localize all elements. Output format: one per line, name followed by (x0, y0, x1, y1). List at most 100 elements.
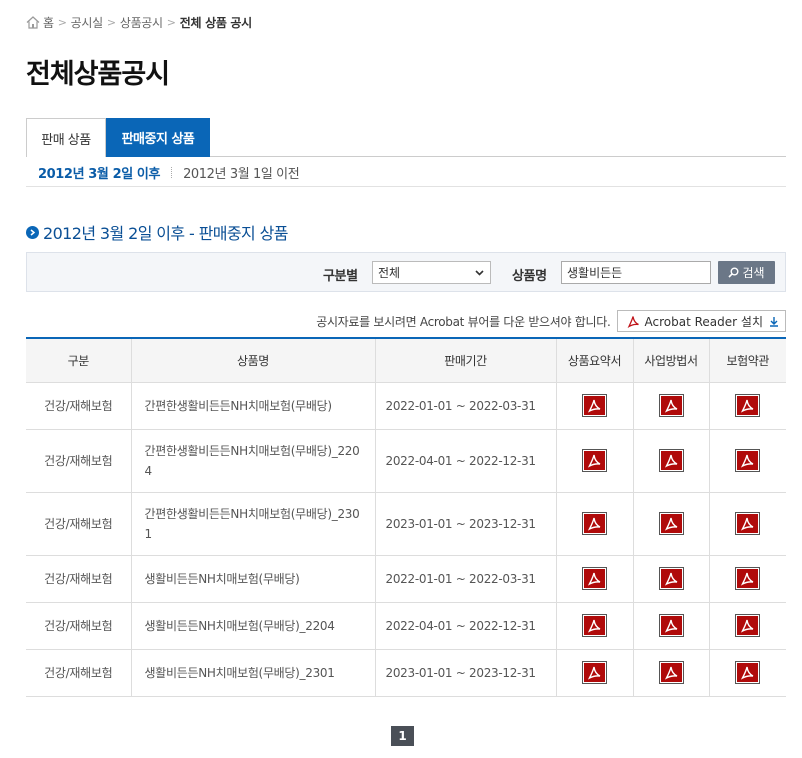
row-terms-cell (708, 602, 786, 650)
product-name-label: 상품명 (512, 269, 547, 284)
breadcrumb-product-disclosure[interactable]: 상품공시 (120, 14, 163, 31)
table-row: 건강/재해보험 생활비든든NH치매보험(무배당) 2022-01-01 ~ 2022… (26, 555, 786, 603)
pdf-icon-graphic (584, 396, 605, 415)
tab-discontinued[interactable]: 판매중지 상품 (106, 118, 210, 157)
table-row: 건강/재해보험 간편한생활비든든NH치매보험(무배당)_2301 2023-01-0… (26, 492, 786, 556)
pdf-icon-graphic (660, 451, 682, 470)
pdf-icon[interactable] (735, 567, 761, 590)
row-category: 건강/재해보험 (26, 382, 131, 430)
row-sales-period: 2023-01-01 ~ 2023-12-31 (374, 649, 556, 697)
pdf-icon[interactable] (658, 567, 684, 590)
category-label: 구분별 (323, 269, 358, 284)
bullet-arrow-icon (26, 225, 39, 239)
tab-on-sale[interactable]: 판매 상품 (26, 118, 106, 157)
chevron-down-icon (475, 270, 484, 276)
pdf-icon[interactable] (658, 449, 684, 472)
row-product-name: 생활비든든NH치매보험(무배당)_2204 (130, 602, 375, 650)
pdf-icon[interactable] (658, 661, 684, 684)
pdf-icon-graphic (660, 663, 682, 682)
row-business-method-cell (632, 602, 709, 650)
pdf-icon[interactable] (582, 394, 607, 417)
pdf-icon-graphic (737, 663, 759, 682)
acrobat-note: 공시자료를 보시려면 Acrobat 뷰어를 다운 받으셔야 합니다. (316, 314, 611, 329)
pdf-icon-graphic (737, 569, 759, 588)
pdf-icon-graphic (660, 616, 682, 635)
row-summary-cell (555, 382, 633, 430)
product-table: 구분 상품명 판매기간 상품요약서 사업방법서 보험약관 건강/재해보험 간편한생… (26, 337, 786, 697)
row-summary-cell (555, 649, 633, 697)
pdf-icon[interactable] (735, 614, 761, 637)
table-row: 건강/재해보험 생활비든든NH치매보험(무배당)_2301 2023-01-01 ~… (26, 649, 786, 697)
breadcrumb: 홈 > 공시실 > 상품공시 > 전체 상품 공시 (26, 14, 252, 31)
row-sales-period: 2022-04-01 ~ 2022-12-31 (374, 602, 556, 650)
row-product-name: 간편한생활비든든NH치매보험(무배당)_2204 (130, 429, 375, 493)
section-title-text: 2012년 3월 2일 이후 - 판매중지 상품 (43, 224, 288, 243)
row-terms-cell (708, 429, 786, 493)
subtab-divider (171, 167, 173, 178)
breadcrumb-disclosure[interactable]: 공시실 (71, 14, 104, 31)
pdf-icon[interactable] (582, 614, 607, 637)
product-name-input[interactable]: 생활비든든 (561, 261, 711, 284)
pdf-icon-graphic (584, 514, 605, 533)
home-icon[interactable] (26, 16, 40, 29)
row-summary-cell (555, 492, 633, 556)
col-business-method: 사업방법서 (632, 338, 709, 383)
category-select-value: 전체 (378, 266, 401, 280)
pdf-icon-graphic (584, 616, 605, 635)
col-product-name: 상품명 (130, 338, 375, 383)
row-product-name: 간편한생활비든든NH치매보험(무배당)_2301 (130, 492, 375, 556)
row-sales-period: 2022-04-01 ~ 2022-12-31 (374, 429, 556, 493)
download-icon (770, 316, 778, 327)
row-business-method-cell (632, 429, 709, 493)
pdf-icon-graphic (584, 451, 605, 470)
pdf-icon[interactable] (658, 512, 684, 535)
pdf-icon[interactable] (582, 449, 607, 472)
row-terms-cell (708, 382, 786, 430)
acrobat-icon (627, 315, 639, 328)
pdf-icon[interactable] (735, 449, 761, 472)
row-category: 건강/재해보험 (26, 602, 131, 650)
row-summary-cell (555, 602, 633, 650)
row-terms-cell (708, 555, 786, 603)
pdf-icon[interactable] (658, 394, 684, 417)
table-row: 건강/재해보험 생활비든든NH치매보험(무배당)_2204 2022-04-01 ~… (26, 602, 786, 650)
pdf-icon-graphic (660, 514, 682, 533)
row-category: 건강/재해보험 (26, 555, 131, 603)
tab-bar: 판매 상품 판매중지 상품 (26, 118, 786, 157)
pdf-icon-graphic (737, 616, 759, 635)
row-summary-cell (555, 555, 633, 603)
row-category: 건강/재해보험 (26, 429, 131, 493)
row-sales-period: 2023-01-01 ~ 2023-12-31 (374, 492, 556, 556)
pdf-icon[interactable] (735, 394, 761, 417)
breadcrumb-current: 전체 상품 공시 (179, 16, 253, 30)
acrobat-notice: 공시자료를 보시려면 Acrobat 뷰어를 다운 받으셔야 합니다. Acro… (26, 310, 786, 332)
pdf-icon[interactable] (582, 512, 607, 535)
pdf-icon[interactable] (658, 614, 684, 637)
acrobat-button-label: Acrobat Reader 설치 (644, 314, 763, 329)
subtab-divider-line (26, 186, 786, 187)
pdf-icon[interactable] (582, 567, 607, 590)
row-terms-cell (708, 649, 786, 697)
pdf-icon[interactable] (582, 661, 607, 684)
pdf-icon[interactable] (735, 512, 761, 535)
col-summary: 상품요약서 (555, 338, 633, 383)
subtab-before-2012-03-01[interactable]: 2012년 3월 1일 이전 (183, 163, 300, 182)
search-button[interactable]: 검색 (718, 261, 775, 284)
row-category: 건강/재해보험 (26, 649, 131, 697)
subtab-after-2012-03-02[interactable]: 2012년 3월 2일 이후 (38, 163, 160, 182)
col-terms: 보험약관 (708, 338, 786, 383)
pdf-icon-graphic (660, 396, 682, 415)
pagination-page-1[interactable]: 1 (391, 726, 414, 746)
pdf-icon[interactable] (735, 661, 761, 684)
col-category: 구분 (26, 338, 131, 383)
table-row: 건강/재해보험 간편한생활비든든NH치매보험(무배당)_2204 2022-04-0… (26, 429, 786, 493)
category-select[interactable]: 전체 (372, 261, 491, 284)
pdf-icon-graphic (584, 569, 605, 588)
acrobat-install-button[interactable]: Acrobat Reader 설치 (616, 310, 786, 332)
breadcrumb-home[interactable]: 홈 (43, 14, 54, 31)
pdf-icon-graphic (737, 514, 759, 533)
table-body: 건강/재해보험 간편한생활비든든NH치매보험(무배당) 2022-01-01 ~ 2… (26, 382, 786, 697)
row-business-method-cell (632, 649, 709, 697)
pdf-icon-graphic (737, 396, 759, 415)
chevron-right-icon: > (57, 16, 67, 29)
